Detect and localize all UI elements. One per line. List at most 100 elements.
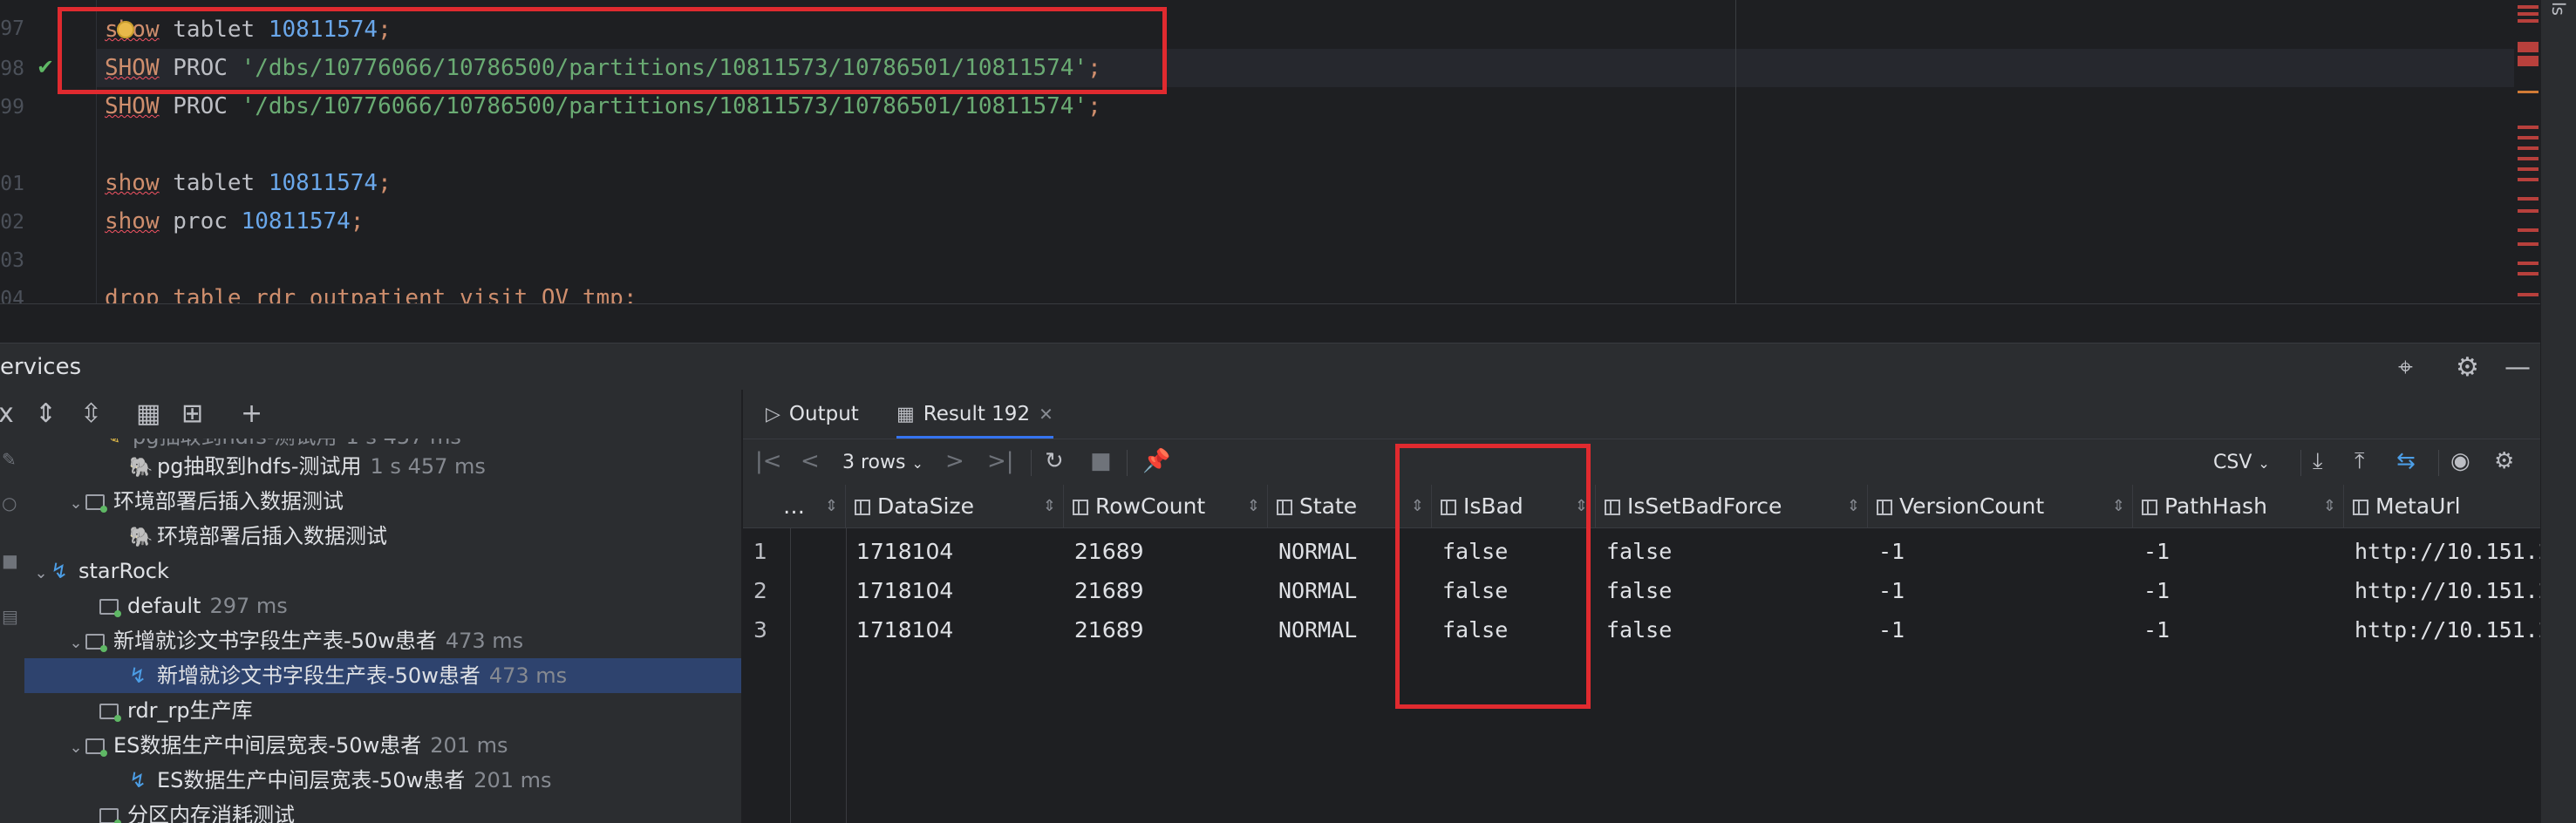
new-group-icon[interactable]: ⊞: [181, 398, 203, 429]
edit-icon[interactable]: ✎: [2, 449, 17, 470]
tree-item[interactable]: default 297 ms: [24, 588, 741, 623]
table-cell[interactable]: -1: [1868, 571, 2133, 610]
sort-icon[interactable]: ⇕: [1847, 485, 1860, 527]
table-cell[interactable]: [790, 532, 846, 571]
table-cell[interactable]: -1: [2133, 610, 2344, 650]
sort-icon[interactable]: ⇕: [1247, 485, 1260, 527]
table-cell[interactable]: false: [1596, 610, 1868, 650]
panel-splitter[interactable]: [0, 303, 2540, 343]
sort-icon[interactable]: ⇕: [1043, 485, 1056, 527]
column-header-issetbadforce[interactable]: IsSetBadForce ⇕: [1596, 485, 1868, 528]
gear-icon[interactable]: ⚙: [2456, 352, 2479, 383]
gear-icon[interactable]: ⚙: [2494, 448, 2514, 474]
table-cell[interactable]: http://10.151.21: [2344, 532, 2540, 571]
group-by-icon[interactable]: ▦: [136, 398, 160, 429]
table-cell[interactable]: -1: [1868, 610, 2133, 650]
minimize-icon[interactable]: —: [2504, 352, 2531, 383]
chevron-down-icon[interactable]: ⌄: [66, 731, 85, 765]
table-cell[interactable]: 21689: [1064, 610, 1268, 650]
tree-item[interactable]: ⌄ 新增就诊文书字段生产表-50w患者 473 ms: [24, 623, 741, 658]
next-page-icon[interactable]: >: [945, 448, 964, 474]
circle-icon[interactable]: ○: [2, 493, 17, 514]
tree-item[interactable]: 🐘 环境部署后插入数据测试: [24, 519, 741, 554]
chevron-down-icon: ⌄: [2258, 455, 2270, 472]
tree-item[interactable]: ↯ ES数据生产中间层宽表-50w患者 201 ms: [24, 763, 741, 798]
table-cell[interactable]: -1: [1868, 532, 2133, 571]
add-service-icon[interactable]: +: [241, 398, 262, 429]
result-panel: ▷ Output ▦ Result 192 ✕ |< < 3 rows ⌄ > >| …: [743, 390, 2540, 823]
compare-icon[interactable]: ⇆: [2396, 448, 2416, 474]
service-icon: [99, 808, 121, 823]
chevron-down-icon[interactable]: ⌄: [66, 626, 85, 661]
tree-item[interactable]: ⌄ 环境部署后插入数据测试: [24, 484, 741, 519]
error-stripe-scrollbar[interactable]: [2514, 0, 2540, 303]
first-page-icon[interactable]: |<: [755, 448, 782, 474]
sort-icon[interactable]: ⇕: [2323, 485, 2336, 527]
collapse-all-icon[interactable]: ⇳: [80, 398, 102, 429]
chevron-down-icon[interactable]: ⌄: [66, 486, 85, 521]
sort-icon[interactable]: ⇕: [2112, 485, 2125, 527]
tree-item[interactable]: rdr_rp生产库: [24, 693, 741, 728]
result-grid[interactable]: … ⇕ DataSize ⇕ RowCount ⇕ State ⇕ IsBad ⇕ IsS…: [743, 485, 2540, 823]
table-cell[interactable]: 1718104: [846, 532, 1064, 571]
table-cell[interactable]: 21689: [1064, 532, 1268, 571]
table-cell[interactable]: 1718104: [846, 571, 1064, 610]
code-line[interactable]: show proc 10811574;: [105, 202, 364, 241]
tree-item-selected[interactable]: ↯ 新增就诊文书字段生产表-50w患者 473 ms: [24, 658, 741, 693]
last-page-icon[interactable]: >|: [987, 448, 1014, 474]
stop-icon[interactable]: ■: [1090, 448, 1112, 474]
table-cell[interactable]: [790, 610, 846, 650]
table-cell[interactable]: false: [1596, 571, 1868, 610]
eye-icon[interactable]: ◉: [2450, 448, 2470, 474]
column-header-rowcount[interactable]: RowCount ⇕: [1064, 485, 1268, 528]
code-line[interactable]: drop table rdr_outpatient_visit_OV_tmp;: [105, 279, 637, 303]
tree-item[interactable]: 🐘 pg抽取到hdfs-测试用 1 s 457 ms: [24, 449, 741, 484]
tree-item[interactable]: ⌄ ↯ starRock: [24, 554, 741, 588]
tab-result[interactable]: ▦ Result 192 ✕: [896, 390, 1053, 439]
chevron-down-icon[interactable]: ⌄: [31, 556, 51, 591]
services-toolbar: x ⇕ ⇳ ▦ ⊞ +: [0, 390, 741, 439]
sort-icon[interactable]: ⇕: [825, 485, 838, 527]
service-icon: [85, 634, 107, 652]
column-header-datasize[interactable]: DataSize ⇕: [846, 485, 1064, 528]
column-header-versioncount[interactable]: VersionCount ⇕: [1868, 485, 2133, 528]
table-cell[interactable]: false: [1596, 532, 1868, 571]
sql-editor[interactable]: 97 98 ✔ 99 01 02 03 04 show tablet 10811…: [0, 0, 2576, 303]
table-cell[interactable]: [790, 571, 846, 610]
pin-icon[interactable]: 📌: [1142, 448, 1170, 474]
table-cell[interactable]: http://10.151.21: [2344, 610, 2540, 650]
export-format-dropdown[interactable]: CSV ⌄: [2213, 452, 2270, 473]
table-cell[interactable]: 1718104: [846, 610, 1064, 650]
services-title: ervices: [0, 354, 82, 380]
table-icon: ▦: [896, 404, 915, 425]
rows-count-dropdown[interactable]: 3 rows ⌄: [842, 452, 923, 473]
column-header-metaurl[interactable]: MetaUrl: [2344, 485, 2540, 528]
tree-item[interactable]: 分区内存消耗测试: [24, 798, 741, 823]
table-cell[interactable]: 21689: [1064, 571, 1268, 610]
tab-output[interactable]: ▷ Output: [766, 390, 859, 439]
table-cell[interactable]: -1: [2133, 532, 2344, 571]
close-tab-icon[interactable]: ✕: [1039, 404, 1053, 425]
tool-window-label[interactable]: ls: [2548, 2, 2569, 16]
row-number: 3: [753, 617, 767, 643]
previous-page-icon[interactable]: <: [801, 448, 820, 474]
run-success-check-icon[interactable]: ✔: [37, 55, 54, 79]
layout-icon[interactable]: ▤: [2, 606, 18, 627]
table-cell[interactable]: http://10.151.21: [2344, 571, 2540, 610]
column-header[interactable]: … ⇕: [743, 485, 846, 528]
right-tool-strip[interactable]: ls: [2540, 0, 2576, 823]
line-number: 98: [0, 58, 24, 80]
tree-item[interactable]: ⌄ ES数据生产中间层宽表-50w患者 201 ms: [24, 728, 741, 763]
crosshair-icon[interactable]: ⌖: [2398, 352, 2413, 383]
refresh-icon[interactable]: ↻: [1045, 448, 1064, 474]
column-header-pathhash[interactable]: PathHash ⇕: [2133, 485, 2344, 528]
download-icon[interactable]: ⤓: [2313, 448, 2323, 475]
stop-icon[interactable]: ■: [2, 550, 18, 571]
code-line[interactable]: show tablet 10811574;: [105, 164, 392, 202]
services-tree[interactable]: ✎pg抽取到hdfs-测试用1 s 457 ms 🐘pg抽取到hdfs-测试用1…: [24, 439, 741, 823]
expand-all-icon[interactable]: ⇕: [35, 398, 57, 429]
close-icon[interactable]: x: [0, 398, 14, 429]
upload-icon[interactable]: ⤒: [2355, 448, 2365, 475]
table-cell[interactable]: -1: [2133, 571, 2344, 610]
services-header: ervices ⌖ ⚙ —: [0, 343, 2540, 391]
